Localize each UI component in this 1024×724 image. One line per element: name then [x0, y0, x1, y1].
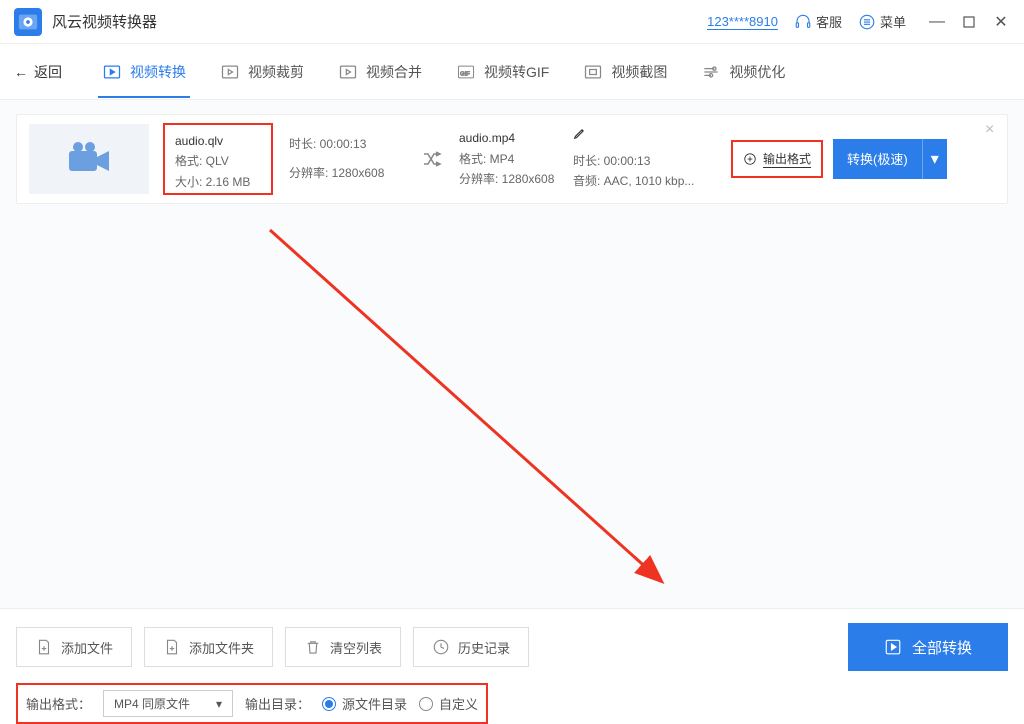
app-logo-icon: [14, 8, 42, 36]
menu-label: 菜单: [880, 12, 906, 31]
output-audio: 音频: AAC, 1010 kbp...: [573, 171, 723, 191]
source-meta: 时长: 00:00:13 分辨率: 1280x608: [273, 130, 413, 188]
file-row: audio.qlv 格式: QLV 大小: 2.16 MB 时长: 00:00:…: [16, 114, 1008, 204]
annotation-arrow: [260, 220, 680, 600]
folder-add-icon: [163, 638, 181, 656]
svg-text:GIF: GIF: [460, 71, 470, 77]
convert-all-button[interactable]: 全部转换: [848, 623, 1008, 671]
radio-source-dir[interactable]: 源文件目录: [322, 694, 407, 713]
radio-custom-label: 自定义: [439, 694, 478, 713]
clear-label: 清空列表: [330, 638, 382, 657]
support-button[interactable]: 客服: [794, 12, 842, 31]
camera-icon: [64, 139, 114, 179]
back-button[interactable]: ← 返回: [14, 62, 62, 82]
convert-icon: [102, 62, 122, 82]
add-folder-button[interactable]: 添加文件夹: [144, 627, 273, 667]
radio-dot-icon: [419, 697, 433, 711]
tab-gif[interactable]: GIF 视频转GIF: [452, 46, 553, 98]
output-format-button[interactable]: 输出格式: [731, 140, 823, 178]
file-thumbnail: [29, 124, 149, 194]
bottom-bar: 添加文件 添加文件夹 清空列表 历史记录 全部转换 输出格式： MP4 同原文件…: [0, 608, 1024, 720]
back-label: 返回: [34, 62, 62, 82]
play-icon: [884, 638, 902, 656]
trash-icon: [304, 638, 322, 656]
source-format: 格式: QLV: [175, 151, 261, 171]
add-file-button[interactable]: 添加文件: [16, 627, 132, 667]
source-info: audio.qlv 格式: QLV 大小: 2.16 MB: [163, 123, 273, 195]
add-folder-label: 添加文件夹: [189, 638, 254, 657]
output-duration: 时长: 00:00:13: [573, 151, 723, 171]
maximize-button[interactable]: [960, 13, 978, 31]
tab-nav: ← 返回 视频转换 视频裁剪 视频合并 GIF 视频转GIF 视频截图 视频优化: [0, 44, 1024, 100]
convert-dropdown[interactable]: ▾: [922, 139, 947, 179]
menu-icon: [858, 13, 876, 31]
minimize-button[interactable]: —: [928, 13, 946, 31]
source-filename: audio.qlv: [175, 131, 261, 151]
clear-button[interactable]: 清空列表: [285, 627, 401, 667]
screenshot-icon: [583, 62, 603, 82]
output-info: audio.mp4 格式: MP4 分辨率: 1280x608: [453, 128, 573, 189]
output-format-select[interactable]: MP4 同原文件 ▾: [103, 690, 233, 717]
remove-file-button[interactable]: ×: [985, 121, 1001, 137]
tab-label: 视频转换: [130, 62, 186, 82]
tab-label: 视频裁剪: [248, 62, 304, 82]
tab-label: 视频优化: [729, 62, 785, 82]
output-options: 输出格式： MP4 同原文件 ▾ 输出目录： 源文件目录 自定义: [16, 683, 488, 724]
output-filename: audio.mp4: [459, 128, 573, 148]
optimize-icon: [701, 62, 721, 82]
headset-icon: [794, 13, 812, 31]
shuffle-icon: [413, 147, 453, 171]
add-file-label: 添加文件: [61, 638, 113, 657]
out-format-value: MP4 同原文件: [114, 695, 190, 712]
chevron-down-icon: ▾: [216, 697, 222, 711]
file-add-icon: [35, 638, 53, 656]
edit-icon[interactable]: [573, 126, 723, 146]
tab-screenshot[interactable]: 视频截图: [579, 46, 671, 98]
tab-optimize[interactable]: 视频优化: [697, 46, 789, 98]
history-button[interactable]: 历史记录: [413, 627, 529, 667]
gif-icon: GIF: [456, 62, 476, 82]
content-area: audio.qlv 格式: QLV 大小: 2.16 MB 时长: 00:00:…: [0, 100, 1024, 608]
source-duration: 时长: 00:00:13: [289, 130, 413, 159]
menu-button[interactable]: 菜单: [858, 12, 906, 31]
source-size: 大小: 2.16 MB: [175, 172, 261, 192]
format-icon: [743, 152, 757, 166]
titlebar: 风云视频转换器 123****8910 客服 菜单 — ✕: [0, 0, 1024, 44]
app-title: 风云视频转换器: [52, 11, 157, 32]
history-label: 历史记录: [458, 638, 510, 657]
out-format-label: 输出格式：: [26, 694, 91, 713]
output-resolution: 分辨率: 1280x608: [459, 169, 573, 189]
tab-label: 视频合并: [366, 62, 422, 82]
tab-convert[interactable]: 视频转换: [98, 46, 190, 98]
convert-all-label: 全部转换: [912, 637, 972, 658]
output-format: 格式: MP4: [459, 149, 573, 169]
out-dir-label: 输出目录：: [245, 694, 310, 713]
tab-merge[interactable]: 视频合并: [334, 46, 426, 98]
tab-label: 视频截图: [611, 62, 667, 82]
crop-icon: [220, 62, 240, 82]
merge-icon: [338, 62, 358, 82]
format-label: 输出格式: [763, 150, 811, 168]
close-button[interactable]: ✕: [992, 13, 1010, 31]
user-id[interactable]: 123****8910: [707, 14, 778, 30]
tab-label: 视频转GIF: [484, 62, 549, 82]
radio-dot-icon: [322, 697, 336, 711]
clock-icon: [432, 638, 450, 656]
arrow-left-icon: ←: [14, 64, 28, 80]
support-label: 客服: [816, 12, 842, 31]
source-resolution: 分辨率: 1280x608: [289, 159, 413, 188]
convert-button[interactable]: 转换(极速): [833, 139, 922, 179]
output-meta: 时长: 00:00:13 音频: AAC, 1010 kbp...: [573, 126, 723, 191]
radio-source-label: 源文件目录: [342, 694, 407, 713]
tab-crop[interactable]: 视频裁剪: [216, 46, 308, 98]
radio-custom-dir[interactable]: 自定义: [419, 694, 478, 713]
